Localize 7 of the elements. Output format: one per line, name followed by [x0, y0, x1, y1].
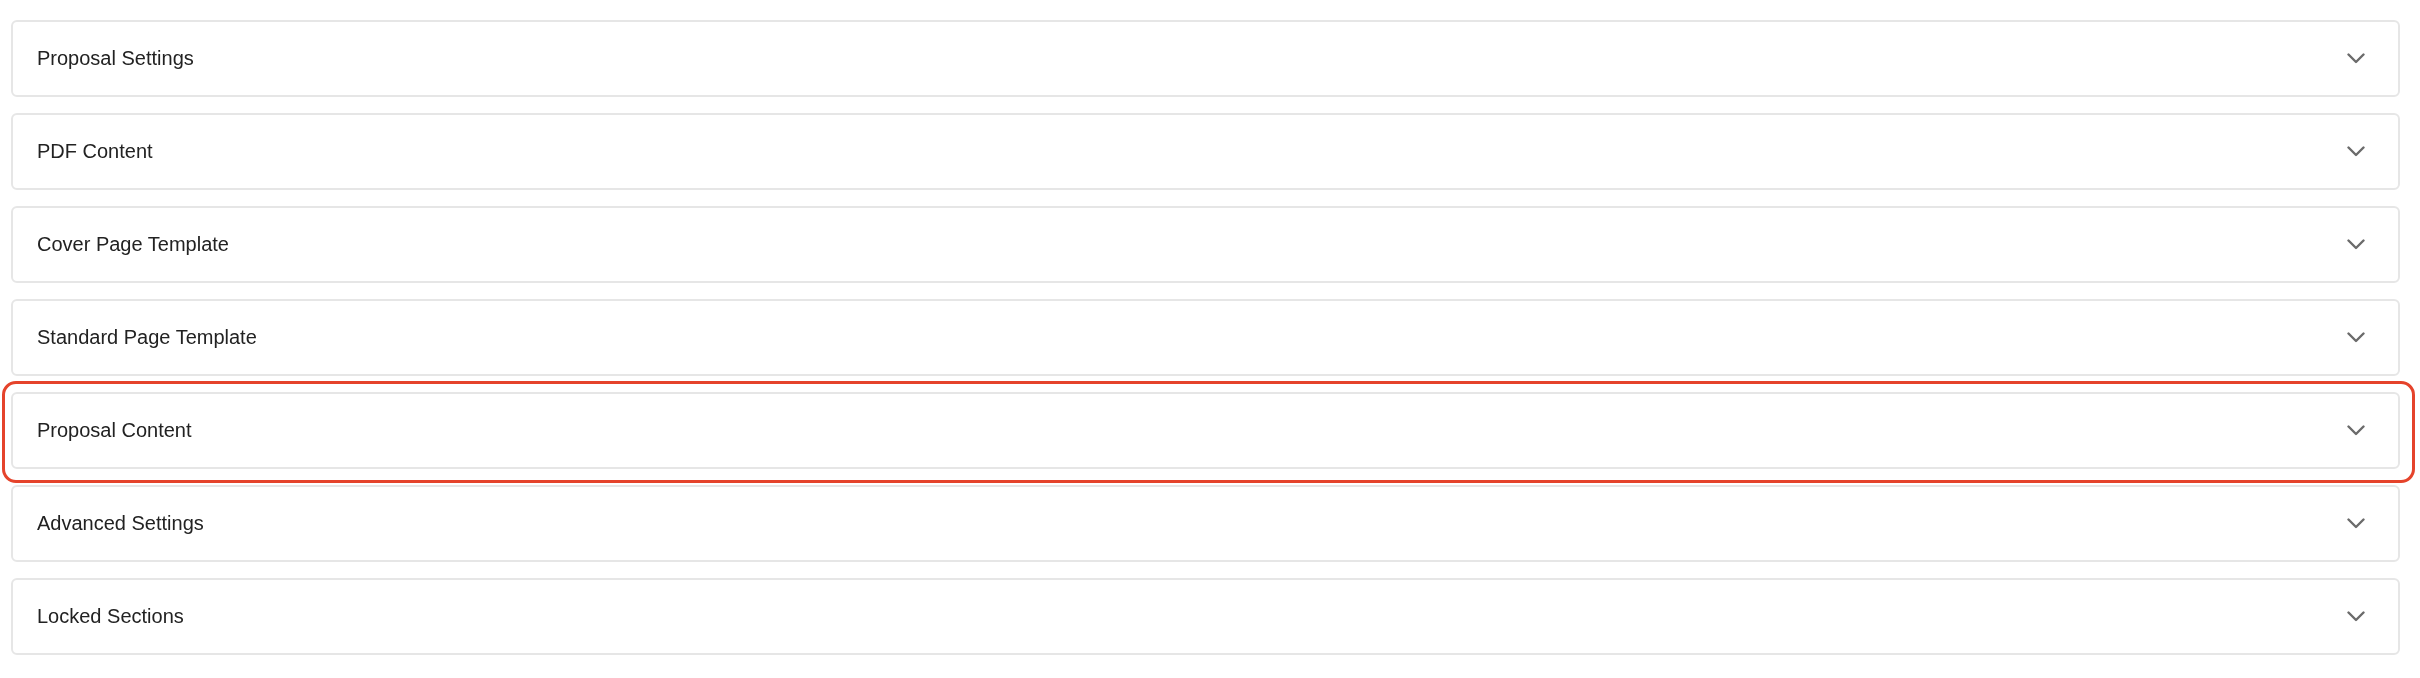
section-header[interactable]: Standard Page Template: [11, 299, 2400, 376]
section-header[interactable]: Cover Page Template: [11, 206, 2400, 283]
section-header[interactable]: PDF Content: [11, 113, 2400, 190]
section-header[interactable]: Locked Sections: [11, 578, 2400, 655]
section-header[interactable]: Proposal Settings: [11, 20, 2400, 97]
section-header[interactable]: Advanced Settings: [11, 485, 2400, 562]
section-header[interactable]: Proposal Content: [11, 392, 2400, 469]
